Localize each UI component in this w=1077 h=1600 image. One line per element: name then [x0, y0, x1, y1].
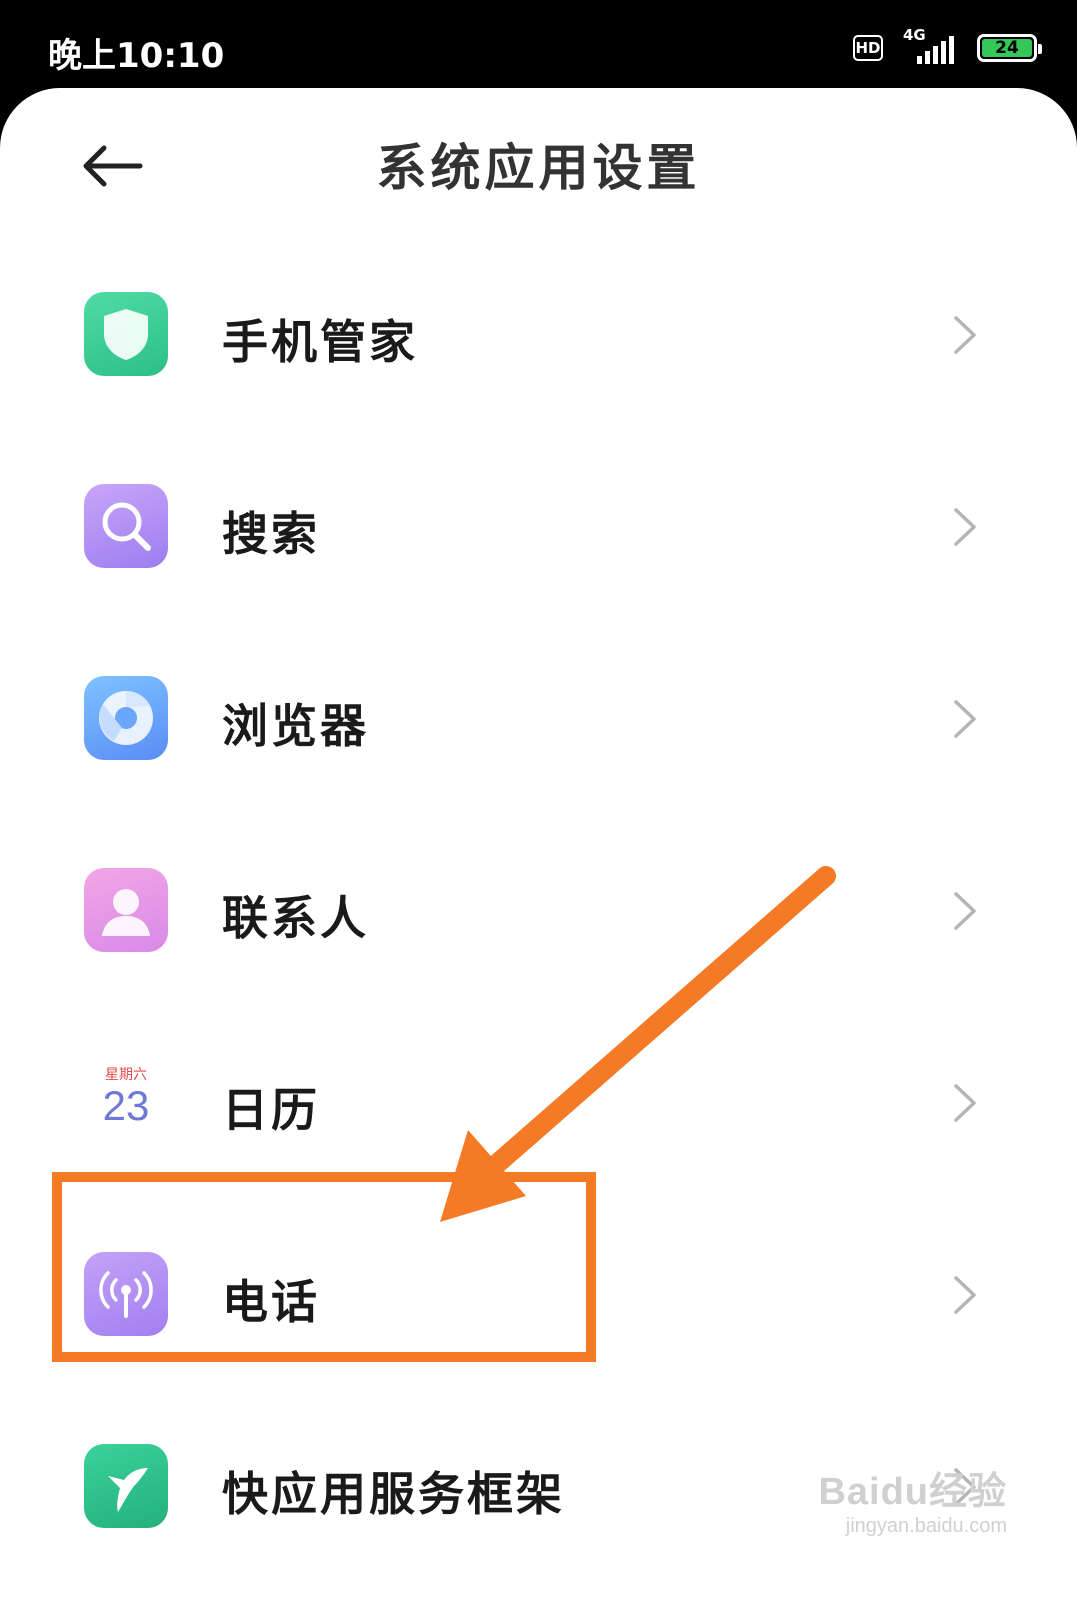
watermark-logo: Baidu经验 — [818, 1471, 1007, 1513]
hd-icon: HD — [853, 35, 883, 61]
highlight-box — [52, 1172, 596, 1362]
battery-icon: 24 — [977, 34, 1042, 62]
list-item-search[interactable]: 搜索 — [0, 430, 1077, 622]
status-bar: 晚上10:10 HD 4G 24 — [0, 0, 1077, 100]
list-item-label: 联系人 — [222, 891, 369, 945]
watermark-url: jingyan.baidu.com — [845, 1515, 1007, 1537]
signal-icon: 4G — [901, 26, 959, 66]
status-icons: HD 4G 24 — [853, 26, 1042, 68]
contacts-icon — [84, 868, 168, 952]
list-item-calendar[interactable]: 星期六 23 日历 — [0, 1006, 1077, 1198]
chevron-right-icon — [954, 892, 976, 930]
list-item-label: 浏览器 — [222, 699, 369, 753]
chevron-right-icon — [954, 1276, 976, 1314]
chevron-right-icon — [954, 1084, 976, 1122]
list-item-label: 搜索 — [222, 507, 320, 561]
search-icon — [84, 484, 168, 568]
list-item-label: 快应用服务框架 — [222, 1467, 565, 1521]
list-item-label: 手机管家 — [222, 315, 418, 369]
list-item-label: 日历 — [222, 1083, 320, 1137]
watermark: Baidu经验 jingyan.baidu.com — [818, 1460, 1007, 1538]
status-time: 晚上10:10 — [48, 36, 225, 76]
list-item-browser[interactable]: 浏览器 — [0, 622, 1077, 814]
shield-icon — [84, 292, 168, 376]
chevron-right-icon — [954, 700, 976, 738]
chevron-right-icon — [954, 508, 976, 546]
calendar-weekday: 星期六 — [105, 1067, 147, 1083]
list-item-phone-manager[interactable]: 手机管家 — [0, 238, 1077, 430]
settings-sheet: 系统应用设置 手机管家 搜索 浏览器 联系人 星期六 23 日历 电话 快应用服… — [0, 88, 1077, 1600]
browser-icon — [84, 676, 168, 760]
settings-list: 手机管家 搜索 浏览器 联系人 星期六 23 日历 电话 快应用服务框架 — [0, 238, 1077, 1582]
hummingbird-icon — [84, 1444, 168, 1528]
list-item-contacts[interactable]: 联系人 — [0, 814, 1077, 1006]
chevron-right-icon — [954, 316, 976, 354]
signal-bars — [917, 36, 954, 64]
battery-level: 24 — [982, 38, 1032, 58]
calendar-day: 23 — [102, 1082, 150, 1129]
calendar-icon: 星期六 23 — [84, 1060, 168, 1144]
page-title: 系统应用设置 — [376, 139, 701, 197]
